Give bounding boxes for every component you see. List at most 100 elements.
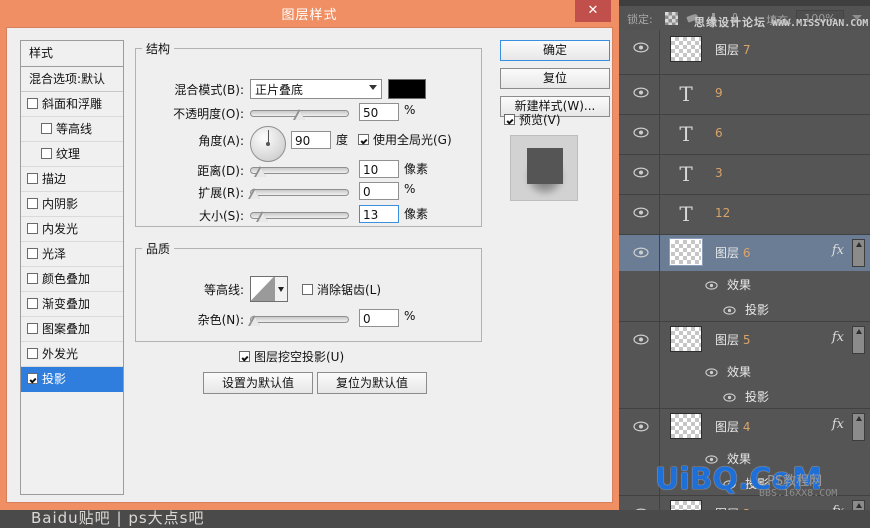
fx-icon[interactable]: fx [832,417,844,432]
layer-row[interactable]: T 3 [619,155,870,195]
opacity-input[interactable]: 50 [359,103,399,121]
fx-icon[interactable]: fx [832,504,844,510]
distance-slider[interactable] [250,163,349,179]
eye-icon[interactable] [633,87,649,98]
layer-row[interactable]: 图层 4 fx [619,409,870,445]
effects-row[interactable]: 效果 [619,358,870,383]
lock-transparent-icon[interactable] [665,12,678,25]
style-row-satin[interactable]: 光泽 [21,242,123,267]
eye-icon[interactable] [723,304,736,315]
style-row-inner-shadow[interactable]: 内阴影 [21,192,123,217]
antialias-checkbox[interactable]: 消除锯齿(L) [302,281,381,298]
eye-icon[interactable] [633,247,649,258]
eye-icon[interactable] [705,279,718,290]
style-row-outer-glow[interactable]: 外发光 [21,342,123,367]
blending-options-row[interactable]: 混合选项:默认 [21,67,123,92]
style-row-texture[interactable]: 纹理 [21,142,123,167]
chevron-down-icon[interactable] [274,277,287,301]
checkbox-contour[interactable] [41,123,52,134]
slider-thumb[interactable] [254,166,267,177]
fx-icon[interactable]: fx [832,243,844,258]
spread-input[interactable]: 0 [359,182,399,200]
style-row-contour[interactable]: 等高线 [21,117,123,142]
fx-icon[interactable]: fx [832,330,844,345]
text-layer-icon[interactable]: T [670,80,702,108]
ok-button[interactable]: 确定 [500,40,610,61]
size-input[interactable]: 13 [359,205,399,223]
eye-icon[interactable] [633,167,649,178]
effect-item-row[interactable]: 投影 [619,383,870,408]
angle-dial[interactable] [250,126,286,162]
checkbox-antialias[interactable] [302,284,313,295]
noise-slider[interactable] [248,312,349,328]
checkbox-inner-glow[interactable] [27,223,38,234]
checkbox-satin[interactable] [27,248,38,259]
eye-icon[interactable] [633,207,649,218]
style-row-bevel-emboss[interactable]: 斜面和浮雕 [21,92,123,117]
distance-input[interactable]: 10 [359,160,399,178]
slider-thumb[interactable] [248,188,261,199]
slider-thumb[interactable] [248,315,261,326]
checkbox-gradient-overlay[interactable] [27,298,38,309]
checkbox-knockout[interactable] [239,351,250,362]
reset-button[interactable]: 复位 [500,68,610,89]
effects-row[interactable]: 效果 [619,271,870,296]
layer-thumbnail[interactable] [670,326,702,352]
style-row-pattern-overlay[interactable]: 图案叠加 [21,317,123,342]
checkbox-pattern-overlay[interactable] [27,323,38,334]
contour-preset-picker[interactable] [250,276,288,302]
eye-icon[interactable] [723,391,736,402]
reset-default-button[interactable]: 复位为默认值 [317,372,427,394]
size-slider[interactable] [250,208,349,224]
eye-icon[interactable] [705,453,718,464]
layer-knocks-out-checkbox[interactable]: 图层挖空投影(U) [239,348,344,365]
layer-row[interactable]: T 6 [619,115,870,155]
layer-row[interactable]: 图层 7 [619,30,870,75]
eye-icon[interactable] [633,42,649,53]
effect-item-row[interactable]: 投影 [619,296,870,321]
eye-icon[interactable] [633,334,649,345]
eye-icon[interactable] [633,421,649,432]
checkbox-outer-glow[interactable] [27,348,38,359]
blend-mode-select[interactable]: 正片叠底 [250,79,382,99]
expand-effects-toggle[interactable] [852,239,865,267]
slider-thumb[interactable] [256,211,269,222]
checkbox-texture[interactable] [41,148,52,159]
layer-row[interactable]: T 9 [619,75,870,115]
eye-icon[interactable] [633,127,649,138]
expand-effects-toggle[interactable] [852,500,865,510]
layer-list[interactable]: 图层 7 T 9 T 6 T 3 T 12 图层 6 fx 效果 投影 图层 5… [619,30,870,510]
style-row-stroke[interactable]: 描边 [21,167,123,192]
layer-thumbnail[interactable] [670,413,702,439]
layer-row[interactable]: 图层 5 fx [619,322,870,358]
checkbox-inner-shadow[interactable] [27,198,38,209]
layer-row[interactable]: T 12 [619,195,870,235]
checkbox-color-overlay[interactable] [27,273,38,284]
layer-thumbnail[interactable] [670,500,702,510]
layer-thumbnail[interactable] [669,238,703,266]
text-layer-icon[interactable]: T [670,160,702,188]
checkbox-bevel-emboss[interactable] [27,98,38,109]
eye-icon[interactable] [705,366,718,377]
style-row-inner-glow[interactable]: 内发光 [21,217,123,242]
set-default-button[interactable]: 设置为默认值 [203,372,313,394]
checkbox-stroke[interactable] [27,173,38,184]
text-layer-icon[interactable]: T [670,200,702,228]
text-layer-icon[interactable]: T [670,120,702,148]
spread-slider[interactable] [248,185,349,201]
checkbox-preview[interactable] [504,114,515,125]
shadow-color-swatch[interactable] [388,79,426,99]
slider-thumb[interactable] [293,109,306,120]
expand-effects-toggle[interactable] [852,413,865,441]
close-icon[interactable]: ✕ [575,0,611,22]
noise-input[interactable]: 0 [359,309,399,327]
style-row-drop-shadow[interactable]: 投影 [21,367,123,392]
opacity-slider[interactable] [250,106,349,122]
checkbox-drop-shadow[interactable] [27,373,38,384]
style-row-color-overlay[interactable]: 颜色叠加 [21,267,123,292]
layer-thumbnail[interactable] [670,36,702,62]
preview-checkbox[interactable]: 预览(V) [504,111,561,128]
angle-input[interactable]: 90 [291,131,331,149]
use-global-light-checkbox[interactable]: 使用全局光(G) [358,131,452,148]
layer-row[interactable]: 图层 6 fx [619,235,870,271]
